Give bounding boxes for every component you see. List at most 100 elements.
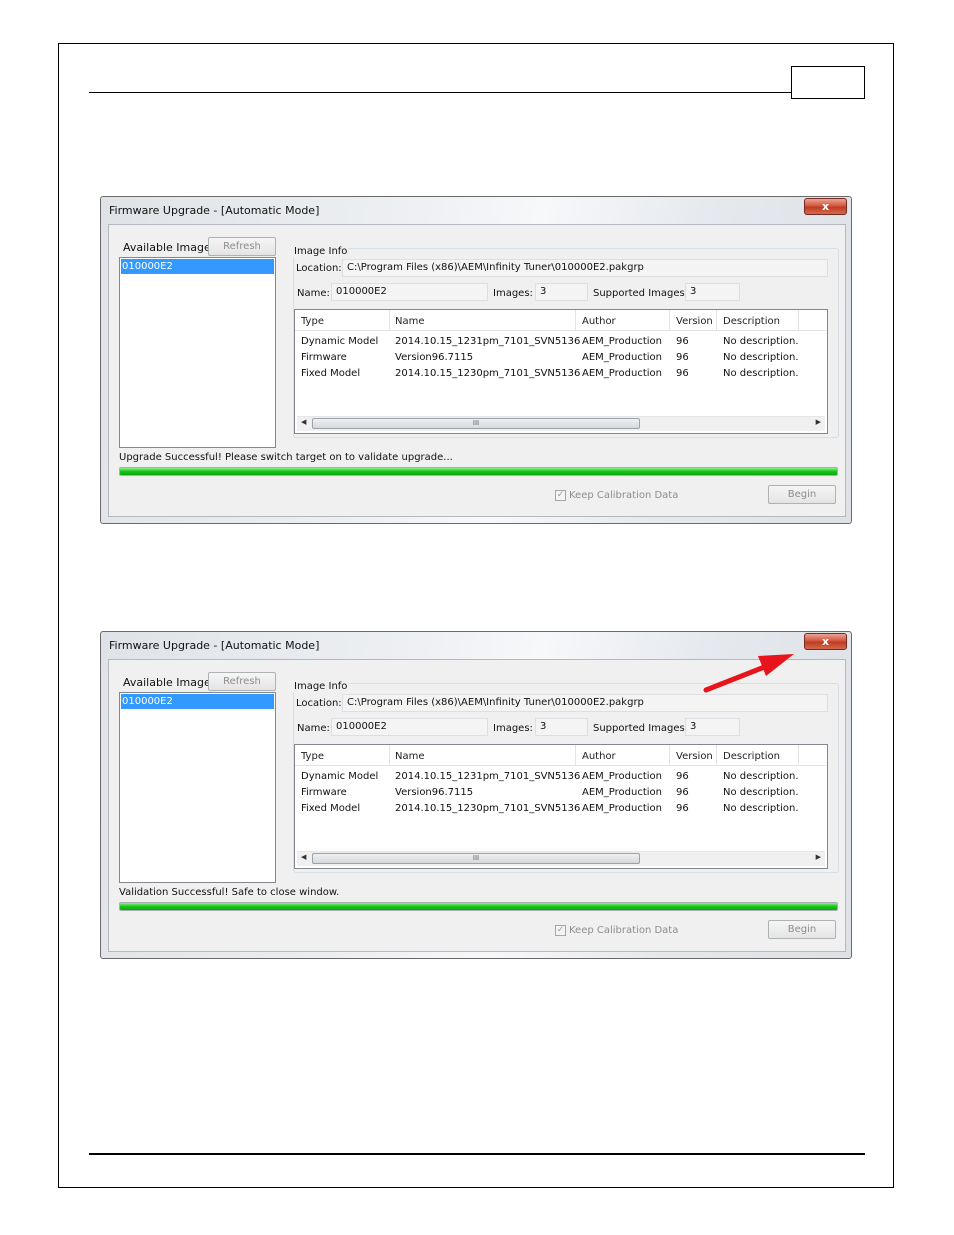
progress-bar: [119, 467, 838, 476]
table-cell: 96: [676, 336, 689, 347]
location-label: Location:: [296, 698, 342, 709]
check-icon: ✓: [556, 925, 565, 935]
close-button[interactable]: x: [804, 198, 847, 215]
keep-calibration-label: Keep Calibration Data: [569, 925, 679, 936]
table-cell: Version96.7115: [395, 352, 474, 363]
table-cell: Dynamic Model: [301, 771, 379, 782]
table-cell: AEM_Production: [582, 368, 662, 379]
table-cell: 96: [676, 352, 689, 363]
list-item[interactable]: 010000E2: [121, 259, 274, 274]
column-header-author[interactable]: Author: [582, 316, 616, 327]
dialog-title: Firmware Upgrade - [Automatic Mode]: [109, 639, 320, 652]
red-arrow-annotation: [703, 654, 794, 693]
supported-images-field[interactable]: 3: [685, 718, 740, 736]
images-field[interactable]: 3: [535, 718, 588, 736]
keep-calibration-checkbox[interactable]: ✓: [555, 925, 566, 936]
supported-images-label: Supported Images:: [593, 288, 689, 299]
supported-images-field[interactable]: 3: [685, 283, 740, 301]
table-cell: Fixed Model: [301, 368, 361, 379]
table-cell: No description.: [723, 352, 799, 363]
table-cell: No description.: [723, 336, 799, 347]
status-message: Validation Successful! Safe to close win…: [119, 887, 340, 898]
available-images-label: Available Images: [123, 676, 217, 689]
firmware-upgrade-dialog-1: Firmware Upgrade - [Automatic Mode] x Av…: [100, 196, 852, 524]
keep-calibration-label: Keep Calibration Data: [569, 490, 679, 501]
table-cell: No description.: [723, 787, 799, 798]
status-message: Upgrade Successful! Please switch target…: [119, 452, 453, 463]
table-cell: AEM_Production: [582, 787, 662, 798]
name-field[interactable]: 010000E2: [331, 718, 488, 736]
table-cell: 96: [676, 787, 689, 798]
images-label: Images:: [493, 288, 533, 299]
close-button[interactable]: x: [804, 633, 847, 650]
table-cell: 96: [676, 368, 689, 379]
images-label: Images:: [493, 723, 533, 734]
scroll-left-icon[interactable]: ◀: [301, 853, 306, 861]
table-cell: 2014.10.15_1231pm_7101_SVN5136: [395, 771, 581, 782]
column-header-version[interactable]: Version: [676, 316, 713, 327]
images-table[interactable]: Type Name Author Version Description Dyn…: [294, 309, 828, 434]
table-cell: 2014.10.15_1230pm_7101_SVN5136: [395, 368, 581, 379]
table-cell: 2014.10.15_1231pm_7101_SVN5136: [395, 336, 581, 347]
table-cell: 96: [676, 803, 689, 814]
table-cell: Fixed Model: [301, 803, 361, 814]
image-info-label: Image Info: [293, 681, 349, 692]
table-cell: 2014.10.15_1230pm_7101_SVN5136: [395, 803, 581, 814]
column-header-name[interactable]: Name: [395, 751, 425, 762]
available-images-label: Available Images: [123, 241, 217, 254]
refresh-button[interactable]: Refresh: [208, 237, 276, 256]
images-table[interactable]: Type Name Author Version Description Dyn…: [294, 744, 828, 869]
scroll-left-icon[interactable]: ◀: [301, 418, 306, 426]
available-images-list[interactable]: 010000E2: [119, 692, 276, 883]
table-cell: AEM_Production: [582, 803, 662, 814]
keep-calibration-checkbox[interactable]: ✓: [555, 490, 566, 501]
image-info-label: Image Info: [293, 246, 349, 257]
dialog-client-area: Available Images Refresh 010000E2 Image …: [108, 659, 846, 952]
column-header-type[interactable]: Type: [301, 751, 324, 762]
check-icon: ✓: [556, 490, 565, 500]
table-cell: 96: [676, 771, 689, 782]
table-cell: No description.: [723, 368, 799, 379]
images-field[interactable]: 3: [535, 283, 588, 301]
horizontal-scrollbar[interactable]: ◀ III ▶: [297, 851, 825, 866]
table-cell: No description.: [723, 771, 799, 782]
table-cell: AEM_Production: [582, 771, 662, 782]
scroll-right-icon[interactable]: ▶: [816, 418, 821, 426]
table-cell: AEM_Production: [582, 336, 662, 347]
footer-rule: [89, 1153, 865, 1155]
page-number-box: [791, 66, 865, 99]
dialog-title: Firmware Upgrade - [Automatic Mode]: [109, 204, 320, 217]
column-header-author[interactable]: Author: [582, 751, 616, 762]
table-cell: Firmware: [301, 787, 347, 798]
column-header-name[interactable]: Name: [395, 316, 425, 327]
table-cell: AEM_Production: [582, 352, 662, 363]
name-label: Name:: [297, 723, 330, 734]
supported-images-label: Supported Images:: [593, 723, 689, 734]
progress-fill: [120, 468, 837, 475]
table-cell: Version96.7115: [395, 787, 474, 798]
horizontal-scrollbar[interactable]: ◀ III ▶: [297, 416, 825, 431]
column-header-description[interactable]: Description: [723, 316, 780, 327]
name-label: Name:: [297, 288, 330, 299]
begin-button[interactable]: Begin: [768, 920, 836, 939]
table-cell: Dynamic Model: [301, 336, 379, 347]
table-cell: Firmware: [301, 352, 347, 363]
available-images-list[interactable]: 010000E2: [119, 257, 276, 448]
column-header-type[interactable]: Type: [301, 316, 324, 327]
table-header: Type Name Author Version Description: [295, 745, 827, 766]
list-item[interactable]: 010000E2: [121, 694, 274, 709]
progress-bar: [119, 902, 838, 911]
refresh-button[interactable]: Refresh: [208, 672, 276, 691]
column-header-version[interactable]: Version: [676, 751, 713, 762]
location-field[interactable]: C:\Program Files (x86)\AEM\Infinity Tune…: [342, 259, 828, 277]
scrollbar-thumb[interactable]: III: [312, 853, 640, 864]
name-field[interactable]: 010000E2: [331, 283, 488, 301]
column-header-description[interactable]: Description: [723, 751, 780, 762]
header-rule: [89, 92, 792, 93]
scroll-right-icon[interactable]: ▶: [816, 853, 821, 861]
table-cell: No description.: [723, 803, 799, 814]
scrollbar-thumb[interactable]: III: [312, 418, 640, 429]
dialog-client-area: Available Images Refresh 010000E2 Image …: [108, 224, 846, 517]
begin-button[interactable]: Begin: [768, 485, 836, 504]
table-header: Type Name Author Version Description: [295, 310, 827, 331]
